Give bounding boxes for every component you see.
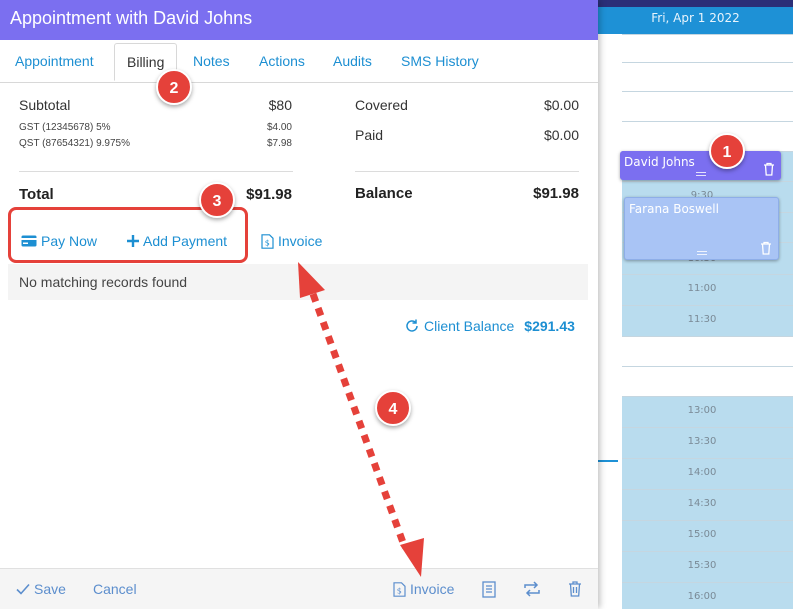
time-slot[interactable]: [622, 366, 793, 397]
subtotal-value: $80: [268, 97, 292, 113]
annotation-marker-3: 3: [199, 182, 235, 218]
covered-label: Covered: [355, 97, 408, 113]
time-label: 15:30: [687, 560, 717, 571]
time-slot[interactable]: 16:00: [622, 582, 793, 609]
gst-value: $4.00: [266, 122, 292, 133]
subtotal-label: Subtotal: [19, 97, 71, 113]
tab-notes[interactable]: Notes: [193, 53, 230, 69]
calendar-date: Fri, Apr 1 2022: [651, 11, 740, 25]
appointment-farana-boswell[interactable]: Farana Boswell: [624, 197, 779, 260]
invoice-link[interactable]: $ Invoice: [261, 233, 322, 249]
footer-invoice-button[interactable]: $ Invoice: [393, 581, 454, 597]
time-slot[interactable]: 15:00: [622, 520, 793, 552]
resize-handle[interactable]: [695, 172, 706, 176]
annotation-marker-2: 2: [156, 69, 192, 105]
time-label: 11:00: [687, 283, 717, 294]
time-slot[interactable]: 11:30: [622, 305, 793, 337]
save-button[interactable]: Save: [16, 581, 66, 597]
balance-value: $91.98: [533, 185, 579, 202]
paid-label: Paid: [355, 127, 384, 143]
tab-appointment[interactable]: Appointment: [15, 53, 94, 69]
receipt-icon[interactable]: [482, 581, 496, 598]
panel-title: Appointment with David Johns: [10, 8, 253, 28]
calendar: Fri, Apr 1 2022 9:30 10:30 11:00 11:30 1…: [598, 0, 793, 609]
appointment-name: David Johns: [624, 155, 695, 169]
covered-value: $0.00: [543, 97, 579, 113]
time-slot[interactable]: [622, 62, 793, 92]
time-slot[interactable]: 14:00: [622, 458, 793, 490]
trash-icon[interactable]: [762, 162, 776, 176]
time-slot[interactable]: 11:00: [622, 274, 793, 306]
invoice-icon: $: [261, 233, 274, 249]
calendar-header: Fri, Apr 1 2022: [598, 0, 793, 34]
gst-label: GST (12345678) 5%: [19, 122, 111, 133]
time-slot[interactable]: 14:30: [622, 489, 793, 521]
balance-label: Balance: [355, 185, 413, 202]
divider: [355, 171, 579, 172]
annotation-marker-1: 1: [709, 133, 745, 169]
payments-table-empty-row: No matching records found: [8, 264, 588, 300]
time-label: 13:00: [687, 405, 717, 416]
paid-value: $0.00: [543, 127, 579, 143]
invoice-link-label: Invoice: [278, 233, 323, 249]
repeat-icon[interactable]: [523, 581, 541, 597]
panel-pointer: [598, 153, 610, 177]
time-label: 15:00: [687, 529, 717, 540]
time-label: 16:00: [687, 591, 717, 602]
svg-text:$: $: [397, 586, 402, 595]
save-label: Save: [34, 581, 66, 597]
time-label: 14:30: [687, 498, 717, 509]
panel-footer: Save Cancel $ Invoice: [0, 568, 598, 609]
time-slot[interactable]: [622, 336, 793, 367]
svg-text:$: $: [265, 238, 270, 247]
qst-value: $7.98: [266, 138, 292, 149]
client-balance-value: $291.43: [524, 318, 575, 334]
current-time-indicator: [598, 460, 618, 462]
annotation-marker-4: 4: [375, 390, 411, 426]
tab-audits[interactable]: Audits: [333, 53, 372, 69]
tab-sms-history[interactable]: SMS History: [401, 53, 479, 69]
tab-bar: Appointment Billing Notes Actions Audits…: [0, 40, 598, 83]
trash-icon[interactable]: [568, 580, 582, 597]
empty-message: No matching records found: [19, 274, 188, 290]
cancel-button[interactable]: Cancel: [93, 581, 137, 597]
appointment-name: Farana Boswell: [629, 202, 719, 216]
time-slot[interactable]: [622, 91, 793, 122]
divider: [19, 171, 293, 172]
title-bar: Appointment with David Johns: [0, 0, 598, 40]
qst-label: QST (87654321) 9.975%: [19, 138, 131, 149]
client-balance-link[interactable]: Client Balance $291.43: [404, 318, 575, 334]
time-slot[interactable]: 15:30: [622, 551, 793, 583]
check-icon: [16, 583, 30, 595]
time-slot[interactable]: [622, 121, 793, 152]
tab-actions[interactable]: Actions: [259, 53, 305, 69]
time-slot[interactable]: 13:30: [622, 427, 793, 459]
footer-invoice-label: Invoice: [410, 581, 455, 597]
trash-icon[interactable]: [759, 241, 773, 255]
calendar-gutter: [598, 34, 623, 608]
time-label: 14:00: [687, 467, 717, 478]
time-slot[interactable]: 13:00: [622, 396, 793, 428]
total-label: Total: [19, 186, 54, 203]
time-label: 11:30: [687, 314, 717, 325]
time-label: 13:30: [687, 436, 717, 447]
refresh-icon: [406, 319, 418, 332]
invoice-icon: $: [393, 581, 406, 597]
resize-handle[interactable]: [696, 251, 707, 255]
client-balance-label: Client Balance: [424, 318, 515, 334]
time-slot[interactable]: [622, 34, 793, 63]
appointment-panel: Appointment with David Johns Appointment…: [0, 0, 598, 609]
appointment-david-johns[interactable]: David Johns: [620, 151, 781, 180]
